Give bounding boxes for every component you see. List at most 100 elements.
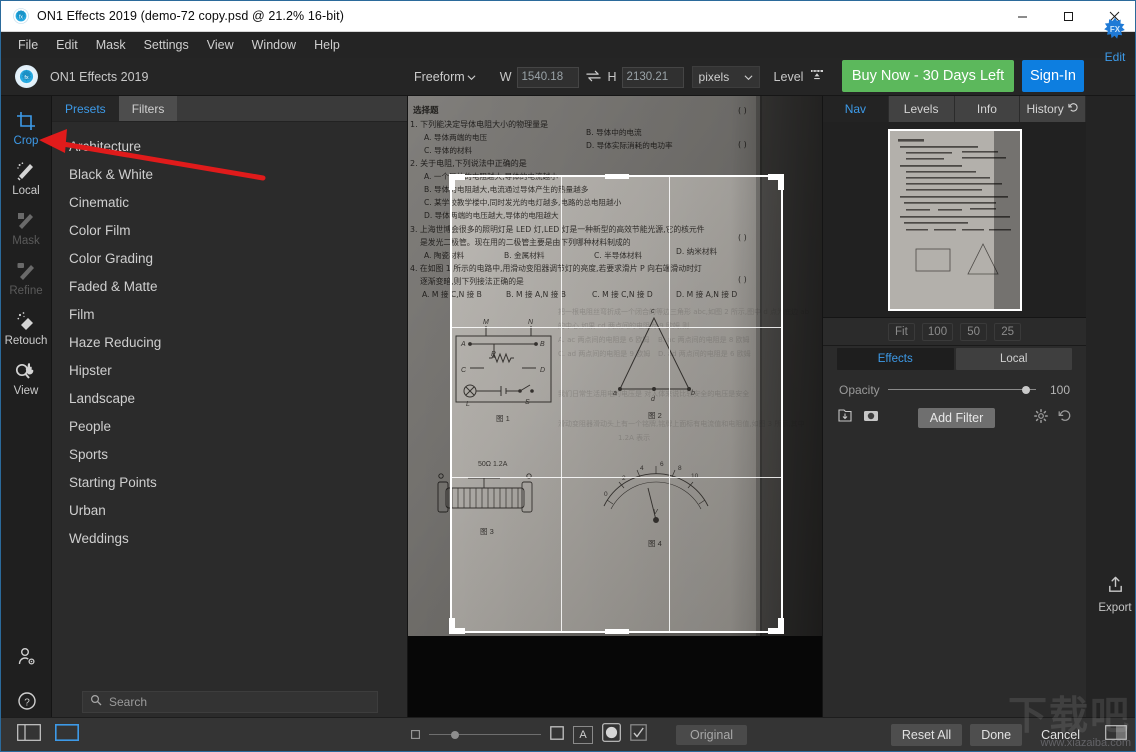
crop-handle-tl2[interactable] bbox=[449, 174, 455, 190]
add-filter-button[interactable]: Add Filter bbox=[917, 408, 996, 428]
tab-history[interactable]: History bbox=[1020, 96, 1086, 122]
crop-handle-bl2[interactable] bbox=[449, 618, 455, 634]
preset-category-cinematic[interactable]: Cinematic bbox=[52, 188, 407, 216]
module-edit[interactable]: FX Edit bbox=[1093, 17, 1135, 64]
crop-overlay[interactable] bbox=[449, 174, 784, 634]
preset-category-people[interactable]: People bbox=[52, 412, 407, 440]
tool-local[interactable]: Local bbox=[1, 160, 52, 197]
preset-category-landscape[interactable]: Landscape bbox=[52, 384, 407, 412]
zoom-50-button[interactable]: 50 bbox=[960, 322, 988, 341]
minimize-button[interactable] bbox=[999, 1, 1045, 32]
menu-mask[interactable]: Mask bbox=[87, 35, 135, 55]
checkbox-check-icon[interactable] bbox=[630, 724, 647, 746]
thumbnail-size-knob[interactable] bbox=[451, 731, 459, 739]
zoom-25-button[interactable]: 25 bbox=[994, 322, 1022, 341]
tool-retouch[interactable]: Retouch bbox=[1, 310, 52, 347]
tab-presets[interactable]: Presets bbox=[52, 96, 119, 121]
panel-toggle-icon[interactable] bbox=[1105, 725, 1127, 745]
tool-view[interactable]: View bbox=[1, 360, 52, 397]
crop-height-input[interactable]: 2130.21 bbox=[621, 66, 684, 88]
preset-category-color-grading[interactable]: Color Grading bbox=[52, 244, 407, 272]
settings-gear-icon[interactable] bbox=[1034, 408, 1048, 428]
cancel-button[interactable]: Cancel bbox=[1030, 724, 1091, 746]
crop-ratio-dropdown[interactable]: Freeform bbox=[414, 70, 476, 84]
tab-effects[interactable]: Effects bbox=[837, 348, 954, 370]
tab-filters[interactable]: Filters bbox=[118, 96, 178, 121]
reset-all-button[interactable]: Reset All bbox=[890, 724, 963, 746]
preset-category-faded-matte[interactable]: Faded & Matte bbox=[52, 272, 407, 300]
thumbnail-size-slider[interactable] bbox=[429, 730, 541, 740]
tool-refine[interactable]: Refine bbox=[1, 260, 52, 297]
level-tool-icon[interactable] bbox=[809, 67, 825, 87]
zoom-100-button[interactable]: 100 bbox=[921, 322, 954, 341]
mask-view-icon[interactable] bbox=[863, 409, 879, 428]
preset-category-haze-reducing[interactable]: Haze Reducing bbox=[52, 328, 407, 356]
account-settings-icon[interactable] bbox=[16, 646, 38, 673]
navigator-thumbnail bbox=[887, 128, 1022, 311]
help-question-icon[interactable]: ? bbox=[16, 690, 38, 717]
opacity-knob[interactable] bbox=[1022, 386, 1030, 394]
thumbnail-size-track bbox=[429, 734, 541, 735]
crop-handle-top[interactable] bbox=[604, 174, 629, 179]
preset-category-film[interactable]: Film bbox=[52, 300, 407, 328]
tool-crop-label: Crop bbox=[13, 135, 39, 147]
menu-view[interactable]: View bbox=[198, 35, 243, 55]
compare-split-icon[interactable] bbox=[17, 723, 41, 746]
tab-local-adjust[interactable]: Local bbox=[955, 348, 1072, 370]
opacity-value: 100 bbox=[1049, 383, 1070, 397]
menu-help[interactable]: Help bbox=[305, 35, 349, 55]
tool-view-label: View bbox=[13, 385, 39, 397]
menu-window[interactable]: Window bbox=[243, 35, 305, 55]
single-view-icon[interactable] bbox=[55, 723, 79, 746]
level-label: Level bbox=[773, 70, 804, 84]
preset-category-sports[interactable]: Sports bbox=[52, 440, 407, 468]
maximize-button[interactable] bbox=[1045, 1, 1091, 32]
save-preset-icon[interactable] bbox=[837, 408, 853, 429]
menu-settings[interactable]: Settings bbox=[135, 35, 198, 55]
circle-fill-icon[interactable] bbox=[602, 723, 621, 747]
rail-bottom-group: ? bbox=[1, 646, 52, 717]
buy-now-button[interactable]: Buy Now - 30 Days Left bbox=[842, 60, 1014, 92]
letter-a-icon[interactable]: A bbox=[573, 726, 593, 744]
preset-category-architecture[interactable]: Architecture bbox=[52, 132, 407, 160]
opacity-slider[interactable] bbox=[887, 385, 1036, 395]
preset-category-starting-points[interactable]: Starting Points bbox=[52, 468, 407, 496]
original-button[interactable]: Original bbox=[676, 725, 748, 745]
crop-handle-bottom[interactable] bbox=[604, 629, 629, 634]
preset-category-urban[interactable]: Urban bbox=[52, 496, 407, 524]
opacity-track bbox=[887, 389, 1036, 390]
crop-handle-br2[interactable] bbox=[778, 618, 784, 634]
tool-mask[interactable]: Mask bbox=[1, 210, 52, 247]
tool-mask-label: Mask bbox=[12, 235, 40, 247]
export-share-icon bbox=[1106, 575, 1125, 599]
tab-info[interactable]: Info bbox=[954, 96, 1021, 122]
navigator-preview[interactable] bbox=[823, 122, 1086, 318]
sign-in-button[interactable]: Sign-In bbox=[1022, 60, 1084, 92]
reset-undo-icon[interactable] bbox=[1058, 409, 1072, 428]
preset-category-color-film[interactable]: Color Film bbox=[52, 216, 407, 244]
crop-width-input[interactable]: 1540.18 bbox=[516, 66, 579, 88]
tab-levels[interactable]: Levels bbox=[888, 96, 955, 122]
menu-edit[interactable]: Edit bbox=[47, 35, 87, 55]
crop-handle-tr2[interactable] bbox=[778, 174, 784, 190]
module-edit-label: Edit bbox=[1104, 50, 1126, 64]
preset-category-black-white[interactable]: Black & White bbox=[52, 160, 407, 188]
search-placeholder: Search bbox=[109, 695, 148, 709]
export-label: Export bbox=[1098, 602, 1132, 614]
image-canvas[interactable]: 选择题 ( ) 1. 下列能决定导体电阻大小的物理量是 A. 导体两端的电压 B… bbox=[408, 96, 822, 719]
zoom-fit-button[interactable]: Fit bbox=[887, 322, 915, 341]
menu-file[interactable]: File bbox=[9, 35, 47, 55]
done-button[interactable]: Done bbox=[970, 724, 1023, 746]
preset-category-hipster[interactable]: Hipster bbox=[52, 356, 407, 384]
tab-nav[interactable]: Nav bbox=[823, 96, 889, 122]
preset-category-weddings[interactable]: Weddings bbox=[52, 524, 407, 552]
tool-crop[interactable]: Crop bbox=[1, 110, 52, 147]
bottom-bar: A Original Reset All Done Cancel bbox=[1, 717, 1135, 751]
application-window: fx ON1 Effects 2019 (demo-72 copy.psd @ … bbox=[0, 0, 1136, 752]
chevron-down-icon bbox=[467, 74, 476, 80]
units-select[interactable]: pixels bbox=[691, 66, 760, 88]
swap-arrows-icon[interactable] bbox=[579, 70, 608, 85]
tool-refine-label: Refine bbox=[9, 285, 43, 297]
export-button[interactable]: Export bbox=[1093, 575, 1135, 614]
search-input[interactable]: Search bbox=[82, 691, 378, 713]
